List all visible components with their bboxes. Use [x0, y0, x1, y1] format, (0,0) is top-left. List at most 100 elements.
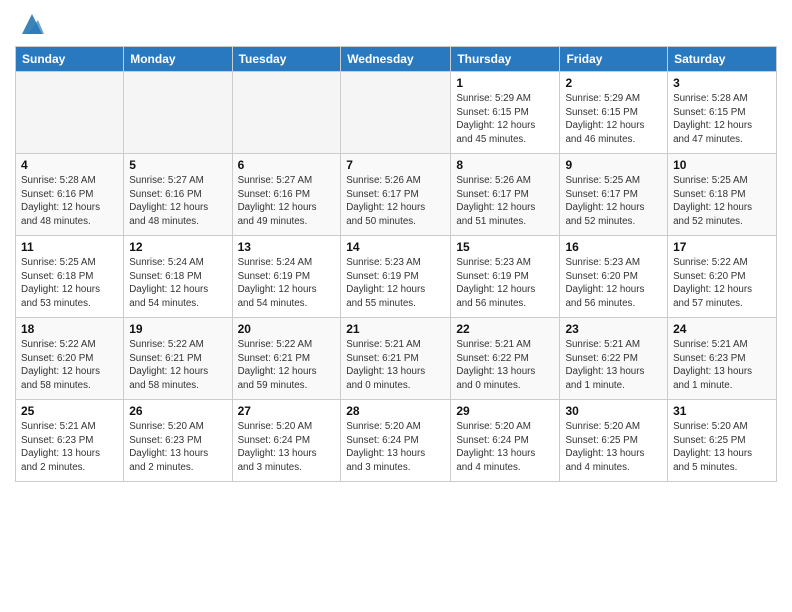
day-number: 17 [673, 240, 771, 254]
day-number: 10 [673, 158, 771, 172]
day-info: Sunrise: 5:23 AM Sunset: 6:20 PM Dayligh… [565, 256, 662, 311]
day-number: 21 [346, 322, 445, 336]
logo-icon [18, 10, 46, 38]
calendar-day-cell [16, 72, 124, 154]
day-info: Sunrise: 5:26 AM Sunset: 6:17 PM Dayligh… [346, 174, 445, 229]
calendar-day-cell: 29 Sunrise: 5:20 AM Sunset: 6:24 PM Dayli… [451, 400, 560, 482]
day-number: 3 [673, 76, 771, 90]
day-number: 13 [238, 240, 336, 254]
calendar-week-row: 11 Sunrise: 5:25 AM Sunset: 6:18 PM Dayli… [16, 236, 777, 318]
calendar-day-cell: 19Sunrise: 5:22 AM Sunset: 6:21 PM Dayli… [124, 318, 232, 400]
calendar-day-cell: 5 Sunrise: 5:27 AM Sunset: 6:16 PM Daylig… [124, 154, 232, 236]
calendar-day-cell: 17 Sunrise: 5:22 AM Sunset: 6:20 PM Dayli… [668, 236, 777, 318]
calendar-day-cell: 24 Sunrise: 5:21 AM Sunset: 6:23 PM Dayli… [668, 318, 777, 400]
day-info: Sunrise: 5:28 AM Sunset: 6:15 PM Dayligh… [673, 92, 771, 147]
weekday-header-monday: Monday [124, 47, 232, 72]
calendar-day-cell: 4Sunrise: 5:28 AM Sunset: 6:16 PM Daylig… [16, 154, 124, 236]
day-number: 6 [238, 158, 336, 172]
day-number: 7 [346, 158, 445, 172]
calendar-day-cell: 1Sunrise: 5:29 AM Sunset: 6:15 PM Daylig… [451, 72, 560, 154]
calendar-day-cell: 15 Sunrise: 5:23 AM Sunset: 6:19 PM Dayli… [451, 236, 560, 318]
day-number: 23 [565, 322, 662, 336]
calendar-day-cell: 21 Sunrise: 5:21 AM Sunset: 6:21 PM Dayli… [341, 318, 451, 400]
calendar-day-cell: 8 Sunrise: 5:26 AM Sunset: 6:17 PM Daylig… [451, 154, 560, 236]
day-number: 9 [565, 158, 662, 172]
calendar-day-cell [124, 72, 232, 154]
day-number: 26 [129, 404, 226, 418]
day-info: Sunrise: 5:21 AM Sunset: 6:21 PM Dayligh… [346, 338, 445, 393]
calendar-day-cell: 31 Sunrise: 5:20 AM Sunset: 6:25 PM Dayli… [668, 400, 777, 482]
day-info: Sunrise: 5:21 AM Sunset: 6:23 PM Dayligh… [673, 338, 771, 393]
day-number: 1 [456, 76, 554, 90]
calendar-week-row: 4Sunrise: 5:28 AM Sunset: 6:16 PM Daylig… [16, 154, 777, 236]
calendar-day-cell: 26Sunrise: 5:20 AM Sunset: 6:23 PM Dayli… [124, 400, 232, 482]
header [15, 10, 777, 38]
day-info: Sunrise: 5:21 AM Sunset: 6:22 PM Dayligh… [456, 338, 554, 393]
logo [15, 10, 46, 38]
day-info: Sunrise: 5:23 AM Sunset: 6:19 PM Dayligh… [346, 256, 445, 311]
calendar-day-cell: 27Sunrise: 5:20 AM Sunset: 6:24 PM Dayli… [232, 400, 341, 482]
day-number: 15 [456, 240, 554, 254]
day-number: 16 [565, 240, 662, 254]
calendar-day-cell: 9Sunrise: 5:25 AM Sunset: 6:17 PM Daylig… [560, 154, 668, 236]
weekday-header-thursday: Thursday [451, 47, 560, 72]
calendar-day-cell: 6 Sunrise: 5:27 AM Sunset: 6:16 PM Daylig… [232, 154, 341, 236]
day-info: Sunrise: 5:25 AM Sunset: 6:18 PM Dayligh… [673, 174, 771, 229]
day-info: Sunrise: 5:25 AM Sunset: 6:18 PM Dayligh… [21, 256, 118, 311]
day-number: 8 [456, 158, 554, 172]
calendar-day-cell [232, 72, 341, 154]
day-number: 29 [456, 404, 554, 418]
day-number: 22 [456, 322, 554, 336]
day-info: Sunrise: 5:24 AM Sunset: 6:18 PM Dayligh… [129, 256, 226, 311]
day-info: Sunrise: 5:20 AM Sunset: 6:24 PM Dayligh… [346, 420, 445, 475]
day-info: Sunrise: 5:26 AM Sunset: 6:17 PM Dayligh… [456, 174, 554, 229]
calendar-table: SundayMondayTuesdayWednesdayThursdayFrid… [15, 46, 777, 482]
calendar-day-cell: 2Sunrise: 5:29 AM Sunset: 6:15 PM Daylig… [560, 72, 668, 154]
day-info: Sunrise: 5:27 AM Sunset: 6:16 PM Dayligh… [129, 174, 226, 229]
weekday-header-row: SundayMondayTuesdayWednesdayThursdayFrid… [16, 47, 777, 72]
calendar-day-cell: 30 Sunrise: 5:20 AM Sunset: 6:25 PM Dayli… [560, 400, 668, 482]
page-container: SundayMondayTuesdayWednesdayThursdayFrid… [0, 0, 792, 492]
calendar-day-cell: 23Sunrise: 5:21 AM Sunset: 6:22 PM Dayli… [560, 318, 668, 400]
weekday-header-tuesday: Tuesday [232, 47, 341, 72]
day-info: Sunrise: 5:22 AM Sunset: 6:20 PM Dayligh… [673, 256, 771, 311]
day-info: Sunrise: 5:22 AM Sunset: 6:20 PM Dayligh… [21, 338, 118, 393]
weekday-header-saturday: Saturday [668, 47, 777, 72]
calendar-day-cell: 16 Sunrise: 5:23 AM Sunset: 6:20 PM Dayli… [560, 236, 668, 318]
day-info: Sunrise: 5:20 AM Sunset: 6:25 PM Dayligh… [673, 420, 771, 475]
day-info: Sunrise: 5:28 AM Sunset: 6:16 PM Dayligh… [21, 174, 118, 229]
day-info: Sunrise: 5:20 AM Sunset: 6:24 PM Dayligh… [238, 420, 336, 475]
calendar-day-cell: 25Sunrise: 5:21 AM Sunset: 6:23 PM Dayli… [16, 400, 124, 482]
calendar-day-cell: 22 Sunrise: 5:21 AM Sunset: 6:22 PM Dayli… [451, 318, 560, 400]
day-info: Sunrise: 5:20 AM Sunset: 6:25 PM Dayligh… [565, 420, 662, 475]
calendar-week-row: 18Sunrise: 5:22 AM Sunset: 6:20 PM Dayli… [16, 318, 777, 400]
day-number: 12 [129, 240, 226, 254]
calendar-day-cell: 7 Sunrise: 5:26 AM Sunset: 6:17 PM Daylig… [341, 154, 451, 236]
calendar-day-cell: 13 Sunrise: 5:24 AM Sunset: 6:19 PM Dayli… [232, 236, 341, 318]
day-info: Sunrise: 5:22 AM Sunset: 6:21 PM Dayligh… [238, 338, 336, 393]
day-number: 11 [21, 240, 118, 254]
day-number: 24 [673, 322, 771, 336]
day-info: Sunrise: 5:23 AM Sunset: 6:19 PM Dayligh… [456, 256, 554, 311]
calendar-day-cell: 18Sunrise: 5:22 AM Sunset: 6:20 PM Dayli… [16, 318, 124, 400]
day-number: 30 [565, 404, 662, 418]
weekday-header-friday: Friday [560, 47, 668, 72]
day-info: Sunrise: 5:29 AM Sunset: 6:15 PM Dayligh… [565, 92, 662, 147]
calendar-day-cell: 28 Sunrise: 5:20 AM Sunset: 6:24 PM Dayli… [341, 400, 451, 482]
calendar-week-row: 1 Sunrise: 5:29 AM Sunset: 6:15 PM Daylig… [16, 72, 777, 154]
day-info: Sunrise: 5:22 AM Sunset: 6:21 PM Dayligh… [129, 338, 226, 393]
calendar-week-row: 25Sunrise: 5:21 AM Sunset: 6:23 PM Dayli… [16, 400, 777, 482]
calendar-day-cell: 20 Sunrise: 5:22 AM Sunset: 6:21 PM Dayli… [232, 318, 341, 400]
day-info: Sunrise: 5:20 AM Sunset: 6:24 PM Dayligh… [456, 420, 554, 475]
day-number: 31 [673, 404, 771, 418]
day-info: Sunrise: 5:27 AM Sunset: 6:16 PM Dayligh… [238, 174, 336, 229]
calendar-day-cell [341, 72, 451, 154]
day-number: 28 [346, 404, 445, 418]
day-number: 14 [346, 240, 445, 254]
day-number: 5 [129, 158, 226, 172]
calendar-day-cell: 12 Sunrise: 5:24 AM Sunset: 6:18 PM Dayli… [124, 236, 232, 318]
day-info: Sunrise: 5:24 AM Sunset: 6:19 PM Dayligh… [238, 256, 336, 311]
calendar-day-cell: 3 Sunrise: 5:28 AM Sunset: 6:15 PM Daylig… [668, 72, 777, 154]
day-number: 20 [238, 322, 336, 336]
calendar-day-cell: 10 Sunrise: 5:25 AM Sunset: 6:18 PM Dayli… [668, 154, 777, 236]
